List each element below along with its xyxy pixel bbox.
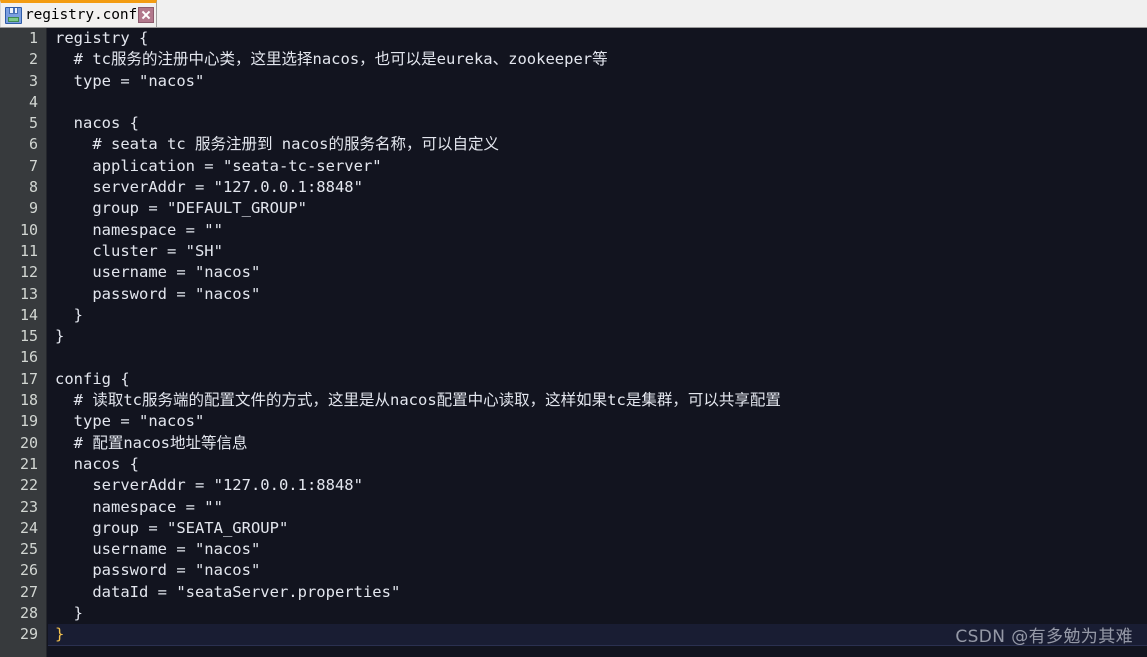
line-number: 1 xyxy=(28,29,38,47)
code-line[interactable]: config { xyxy=(48,369,1147,390)
line-number: 20 xyxy=(19,433,38,452)
code-line[interactable]: cluster = "SH" xyxy=(48,241,1147,262)
line-number: 16 xyxy=(19,348,38,367)
line-number: 27 xyxy=(19,582,38,601)
code-line[interactable]: serverAddr = "127.0.0.1:8848" xyxy=(48,475,1147,496)
line-number: 15 xyxy=(19,327,38,346)
code-line[interactable]: type = "nacos" xyxy=(48,71,1147,92)
matching-brace: } xyxy=(55,625,65,644)
code-editor[interactable]: 1 2 3 4 5 6 7 8 9 10 11 12 13 14 15 16 17 18 19 20 21 22 23 24 2… xyxy=(0,28,1147,657)
code-line[interactable]: namespace = "" xyxy=(48,220,1147,241)
code-line[interactable]: group = "SEATA_GROUP" xyxy=(48,518,1147,539)
line-number: 4 xyxy=(28,92,38,111)
code-line[interactable]: password = "nacos" xyxy=(48,284,1147,305)
line-number: 13 xyxy=(19,284,38,303)
line-number: 8 xyxy=(28,178,38,197)
tab-registry-conf[interactable]: registry.conf xyxy=(0,0,158,27)
line-number: 6 xyxy=(28,135,38,154)
line-number: 29 xyxy=(19,625,38,644)
code-line[interactable]: username = "nacos" xyxy=(48,262,1147,283)
code-line[interactable]: group = "DEFAULT_GROUP" xyxy=(48,198,1147,219)
line-number: 23 xyxy=(19,497,38,516)
line-number: 24 xyxy=(19,518,38,537)
line-number: 2 xyxy=(28,50,38,69)
line-number: 25 xyxy=(19,540,38,559)
code-line[interactable]: # seata tc 服务注册到 nacos的服务名称，可以自定义 xyxy=(48,134,1147,155)
code-line[interactable] xyxy=(48,347,1147,368)
code-line[interactable]: nacos { xyxy=(48,454,1147,475)
code-line[interactable]: type = "nacos" xyxy=(48,411,1147,432)
code-line[interactable]: namespace = "" xyxy=(48,497,1147,518)
close-icon[interactable] xyxy=(138,7,155,23)
line-number: 7 xyxy=(28,156,38,175)
line-number: 17 xyxy=(19,369,38,388)
code-line[interactable]: serverAddr = "127.0.0.1:8848" xyxy=(48,177,1147,198)
line-number: 26 xyxy=(19,561,38,580)
line-number: 28 xyxy=(19,604,38,623)
code-line[interactable]: registry { xyxy=(48,28,1147,49)
code-line[interactable]: nacos { xyxy=(48,113,1147,134)
code-line[interactable] xyxy=(48,92,1147,113)
code-line[interactable]: password = "nacos" xyxy=(48,560,1147,581)
tab-bar: registry.conf xyxy=(0,0,1147,28)
code-content[interactable]: registry { # tc服务的注册中心类，这里选择nacos，也可以是eu… xyxy=(48,28,1147,657)
code-line[interactable]: # 配置nacos地址等信息 xyxy=(48,433,1147,454)
code-line[interactable]: # 读取tc服务端的配置文件的方式，这里是从nacos配置中心读取，这样如果tc… xyxy=(48,390,1147,411)
save-floppy-icon xyxy=(5,6,22,24)
line-number: 22 xyxy=(19,476,38,495)
code-line[interactable]: username = "nacos" xyxy=(48,539,1147,560)
line-number: 9 xyxy=(28,199,38,218)
line-number: 21 xyxy=(19,454,38,473)
line-number: 10 xyxy=(19,220,38,239)
code-line[interactable]: dataId = "seataServer.properties" xyxy=(48,582,1147,603)
code-line[interactable]: application = "seata-tc-server" xyxy=(48,156,1147,177)
code-line[interactable]: } xyxy=(48,305,1147,326)
line-number: 3 xyxy=(28,71,38,90)
code-line[interactable]: } xyxy=(48,624,1147,646)
line-number: 11 xyxy=(19,241,38,260)
tab-title: registry.conf xyxy=(25,7,138,23)
line-number-gutter: 1 2 3 4 5 6 7 8 9 10 11 12 13 14 15 16 17 18 19 20 21 22 23 24 2… xyxy=(0,28,47,657)
line-number: 14 xyxy=(19,305,38,324)
line-number: 19 xyxy=(19,412,38,431)
line-number: 12 xyxy=(19,263,38,282)
code-line[interactable]: } xyxy=(48,603,1147,624)
line-number: 5 xyxy=(28,114,38,133)
code-line[interactable]: # tc服务的注册中心类，这里选择nacos，也可以是eureka、zookee… xyxy=(48,49,1147,70)
line-number: 18 xyxy=(19,391,38,410)
code-line[interactable]: } xyxy=(48,326,1147,347)
